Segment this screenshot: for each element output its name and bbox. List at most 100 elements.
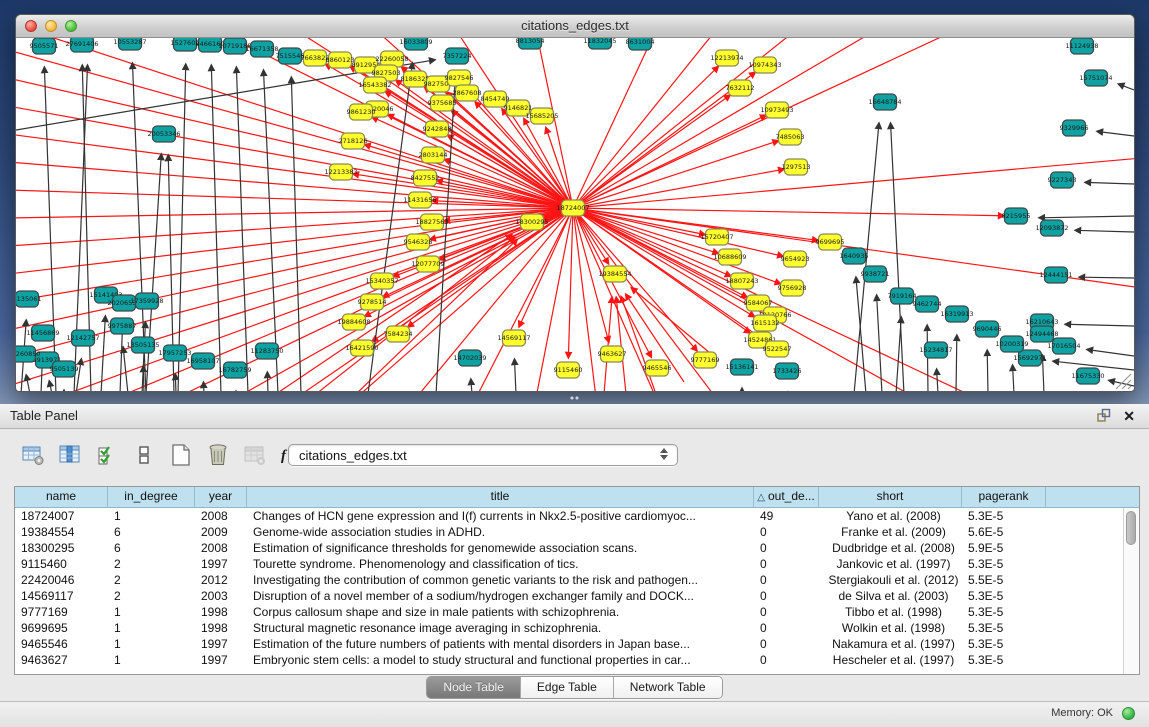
- row-height-icon[interactable]: [131, 442, 157, 468]
- graph-node[interactable]: 19384554: [598, 266, 631, 282]
- table-cell[interactable]: 0: [754, 524, 819, 540]
- table-cell[interactable]: Hescheler et al. (1997): [819, 652, 962, 668]
- table-cell[interactable]: 2008: [195, 540, 247, 556]
- table-cell[interactable]: 6: [108, 540, 195, 556]
- table-cell[interactable]: 0: [754, 556, 819, 572]
- column-header-pagerank[interactable]: pagerank: [962, 487, 1046, 507]
- table-cell[interactable]: Jankovic et al. (1997): [819, 556, 962, 572]
- graph-node[interactable]: 18827563: [415, 214, 448, 230]
- window-titlebar[interactable]: citations_edges.txt: [16, 15, 1134, 38]
- graph-node[interactable]: 7357224: [443, 48, 472, 64]
- graph-node[interactable]: 1615132: [751, 315, 780, 331]
- graph-node[interactable]: 7515546: [276, 48, 305, 64]
- table-row[interactable]: 911546021997Tourette syndrome. Phenomeno…: [15, 556, 1124, 572]
- graph-node[interactable]: 18300295: [515, 214, 548, 230]
- table-row[interactable]: 2242004622012Investigating the contribut…: [15, 572, 1124, 588]
- graph-node[interactable]: 1135061: [16, 291, 41, 307]
- graph-node[interactable]: 15234817: [919, 342, 952, 358]
- table-cell[interactable]: Changes of HCN gene expression and I(f) …: [247, 508, 754, 524]
- graph-node[interactable]: 15136141: [725, 359, 758, 375]
- table-cell[interactable]: 2003: [195, 588, 247, 604]
- graph-node[interactable]: 9777169: [691, 352, 720, 368]
- table-row[interactable]: 969969511998Structural magnetic resonanc…: [15, 620, 1124, 636]
- graph-node[interactable]: 7485063: [776, 129, 805, 145]
- table-cell[interactable]: 49: [754, 508, 819, 524]
- graph-node[interactable]: 9462744: [913, 296, 942, 312]
- tab-node-table[interactable]: Node Table: [427, 677, 521, 698]
- table-cell[interactable]: 5.3E-5: [962, 508, 1046, 524]
- table-cell[interactable]: Nakamura et al. (1997): [819, 636, 962, 652]
- table-cell[interactable]: 9463627: [15, 652, 108, 668]
- table-row[interactable]: 946362711997Embryonic stem cells: a mode…: [15, 652, 1124, 668]
- graph-node[interactable]: 9522547: [763, 341, 792, 357]
- graph-node[interactable]: 16543382: [358, 77, 391, 93]
- table-cell[interactable]: 1: [108, 508, 195, 524]
- graph-node[interactable]: 1640935: [840, 248, 869, 264]
- graph-node[interactable]: 19884608: [337, 314, 370, 330]
- graph-node[interactable]: 2803144: [419, 147, 448, 163]
- graph-node[interactable]: 11456869: [26, 325, 59, 341]
- graph-node[interactable]: 14569117: [497, 330, 530, 346]
- table-cell[interactable]: Corpus callosum shape and size in male p…: [247, 604, 754, 620]
- graph-node[interactable]: 15685205: [525, 108, 558, 124]
- table-cell[interactable]: 5.3E-5: [962, 556, 1046, 572]
- network-window[interactable]: citations_edges.txt 18724007 18300295 19…: [15, 14, 1135, 392]
- splitter-grip[interactable]: [570, 396, 579, 400]
- graph-node[interactable]: 9756928: [778, 280, 807, 296]
- column-header-out_de[interactable]: △out_de...: [754, 487, 819, 507]
- graph-node[interactable]: 11431656: [403, 192, 436, 208]
- float-panel-icon[interactable]: [1096, 408, 1111, 423]
- table-cell[interactable]: Estimation of significance thresholds fo…: [247, 540, 754, 556]
- graph-node[interactable]: 12077709: [411, 256, 444, 272]
- graph-node[interactable]: 10688609: [713, 249, 746, 265]
- graph-node[interactable]: 10973493: [760, 102, 793, 118]
- graph-node[interactable]: 9827546: [445, 70, 474, 86]
- graph-node[interactable]: 10974343: [748, 57, 781, 73]
- graph-node[interactable]: 16033809: [399, 38, 432, 50]
- table-row[interactable]: 1872400712008Changes of HCN gene express…: [15, 508, 1124, 524]
- table-cell[interactable]: 9699695: [15, 620, 108, 636]
- graph-node[interactable]: 8631004: [626, 38, 655, 50]
- graph-node[interactable]: 9242848: [423, 121, 452, 137]
- table-cell[interactable]: Structural magnetic resonance image aver…: [247, 620, 754, 636]
- table-row[interactable]: 1938455462009Genome-wide association stu…: [15, 524, 1124, 540]
- table-cell[interactable]: 9115460: [15, 556, 108, 572]
- table-cell[interactable]: 1998: [195, 620, 247, 636]
- delete-table-icon[interactable]: [205, 442, 231, 468]
- graph-node[interactable]: 7632112: [726, 80, 755, 96]
- new-table-icon[interactable]: [168, 442, 194, 468]
- graph-node[interactable]: 9505139: [50, 361, 79, 377]
- graph-node[interactable]: 20053346: [147, 126, 180, 142]
- vertical-scrollbar[interactable]: [1123, 508, 1139, 674]
- table-cell[interactable]: 2009: [195, 524, 247, 540]
- table-cell[interactable]: 22420046: [15, 572, 108, 588]
- table-cell[interactable]: 5.3E-5: [962, 652, 1046, 668]
- graph-node[interactable]: 2718126: [339, 133, 368, 149]
- table-cell[interactable]: 5.6E-5: [962, 524, 1046, 540]
- table-cell[interactable]: Disruption of a novel member of a sodium…: [247, 588, 754, 604]
- table-cell[interactable]: Franke et al. (2009): [819, 524, 962, 540]
- table-cell[interactable]: 1998: [195, 604, 247, 620]
- graph-node[interactable]: 9699695: [816, 234, 845, 250]
- table-cell[interactable]: 1997: [195, 636, 247, 652]
- column-header-title[interactable]: title: [247, 487, 754, 507]
- graph-node[interactable]: 9861230: [347, 104, 376, 120]
- column-header-in_degree[interactable]: in_degree: [108, 487, 195, 507]
- graph-node[interactable]: 9278514: [358, 294, 387, 310]
- table-select-dropdown[interactable]: citations_edges.txt: [288, 444, 678, 466]
- graph-node[interactable]: 9690446: [973, 321, 1002, 337]
- graph-node[interactable]: 1733426: [773, 363, 802, 379]
- table-cell[interactable]: 1: [108, 636, 195, 652]
- graph-node[interactable]: 9975887: [108, 318, 137, 334]
- graph-node[interactable]: 13505135: [126, 337, 159, 353]
- table-cell[interactable]: 2: [108, 556, 195, 572]
- graph-node[interactable]: 9505571: [30, 38, 59, 54]
- graph-node[interactable]: 11675330: [1071, 368, 1104, 384]
- table-cell[interactable]: Investigating the contribution of common…: [247, 572, 754, 588]
- graph-node[interactable]: 9654923: [781, 251, 810, 267]
- table-cell[interactable]: 5.9E-5: [962, 540, 1046, 556]
- table-settings-icon[interactable]: [20, 442, 46, 468]
- graph-node[interactable]: 8215955: [1002, 208, 1031, 224]
- table-cell[interactable]: Stergiakouli et al. (2012): [819, 572, 962, 588]
- table-row[interactable]: 1830029562008Estimation of significance …: [15, 540, 1124, 556]
